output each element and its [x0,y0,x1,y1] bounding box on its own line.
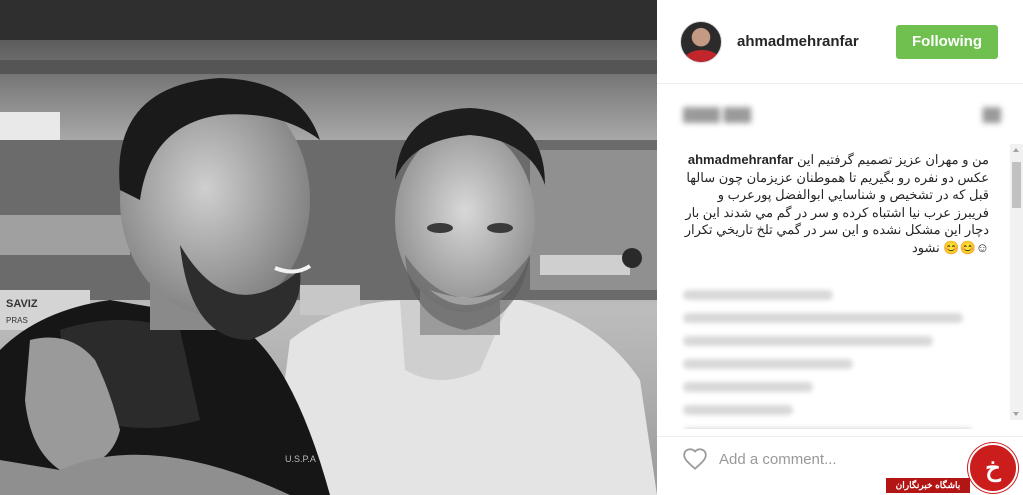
timestamp-blurred: ██ [982,107,1001,122]
watermark-banner: باشگاه خبرنگاران [886,478,970,493]
username-link[interactable]: ahmadmehranfar [737,33,859,50]
likes-count-blurred: ████ ███ [683,107,752,122]
list-item [683,336,933,346]
list-item [683,405,793,415]
post-meta-row: ████ ███ ██ [683,107,1001,127]
photo-illustration: SAVIZ PRAS U.S.P.A [0,0,657,495]
avatar[interactable] [680,21,722,63]
heart-icon[interactable] [682,446,708,472]
comments-section[interactable]: ahmadmehranfar من و مهران عزيز تصميم گرف… [657,144,1023,429]
post-caption: ahmadmehranfar من و مهران عزيز تصميم گرف… [683,151,989,256]
list-item [683,359,853,369]
watermark-logo-glyph: خ [985,455,1001,482]
following-button[interactable]: Following [896,25,998,59]
scroll-up-arrow-icon[interactable] [1010,144,1023,157]
list-item [683,290,833,300]
post-photo[interactable]: SAVIZ PRAS U.S.P.A [0,0,657,495]
shirt-logo-text: U.S.P.A [285,454,316,464]
photo-sign-text: SAVIZ [6,298,38,310]
comments-scrollbar[interactable] [1010,144,1023,420]
comments-list-blurred [683,290,983,429]
caption-username[interactable]: ahmadmehranfar [688,152,793,167]
list-item [683,382,813,392]
scrollbar-thumb[interactable] [1012,162,1021,208]
list-item [683,313,963,323]
post-header: ahmadmehranfar Following [657,0,1023,84]
post-side-panel: ahmadmehranfar Following ████ ███ ██ ahm… [657,0,1023,495]
add-comment-input[interactable] [719,448,919,470]
photo-sign-text-2: PRAS [6,316,28,325]
scroll-down-arrow-icon[interactable] [1010,407,1023,420]
list-item [683,428,973,429]
caption-text: من و مهران عزيز تصميم گرفتيم اين عكس دو … [684,152,989,255]
watermark-logo: خ [968,443,1018,493]
